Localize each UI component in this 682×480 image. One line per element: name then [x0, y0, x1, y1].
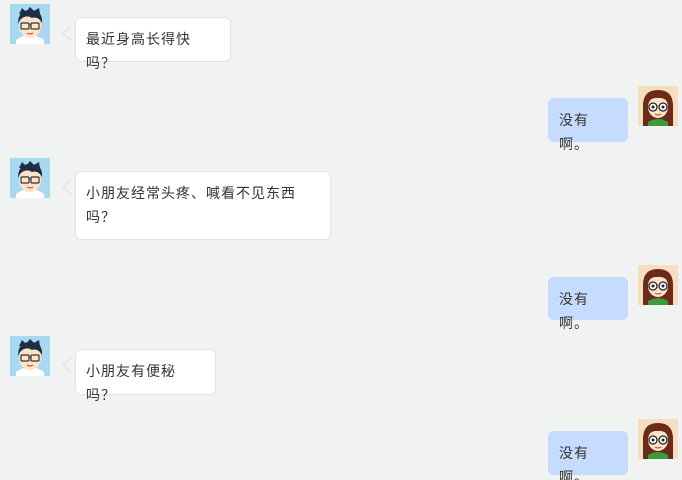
message-bubble-patient: 没有啊。	[548, 431, 628, 480]
doctor-avatar-icon[interactable]	[10, 336, 50, 376]
message-bubble-doctor: 小朋友有便秘吗？	[75, 349, 216, 404]
doctor-avatar-icon[interactable]	[10, 4, 50, 44]
message-text: 没有啊。	[559, 292, 589, 332]
message-text: 小朋友有便秘吗？	[86, 364, 176, 404]
message-bubble-doctor: 小朋友经常头疼、喊看不见东西吗？	[75, 171, 331, 240]
patient-avatar-icon[interactable]	[638, 86, 678, 126]
message-bubble-patient: 没有啊。	[548, 277, 628, 332]
patient-avatar-icon[interactable]	[638, 419, 678, 459]
message-text: 没有啊。	[559, 113, 589, 153]
message-text: 没有啊。	[559, 446, 589, 480]
chat-conversation: 最近身高长得快吗？ 没有啊。 小朋友经常头疼、喊看不见东西吗？ 没有啊。 小朋友…	[0, 0, 682, 480]
message-text: 小朋友经常头疼、喊看不见东西吗？	[86, 186, 296, 226]
message-bubble-patient: 没有啊。	[548, 98, 628, 153]
patient-avatar-icon[interactable]	[638, 265, 678, 305]
doctor-avatar-icon[interactable]	[10, 158, 50, 198]
message-text: 最近身高长得快吗？	[86, 32, 191, 72]
message-bubble-doctor: 最近身高长得快吗？	[75, 17, 231, 72]
